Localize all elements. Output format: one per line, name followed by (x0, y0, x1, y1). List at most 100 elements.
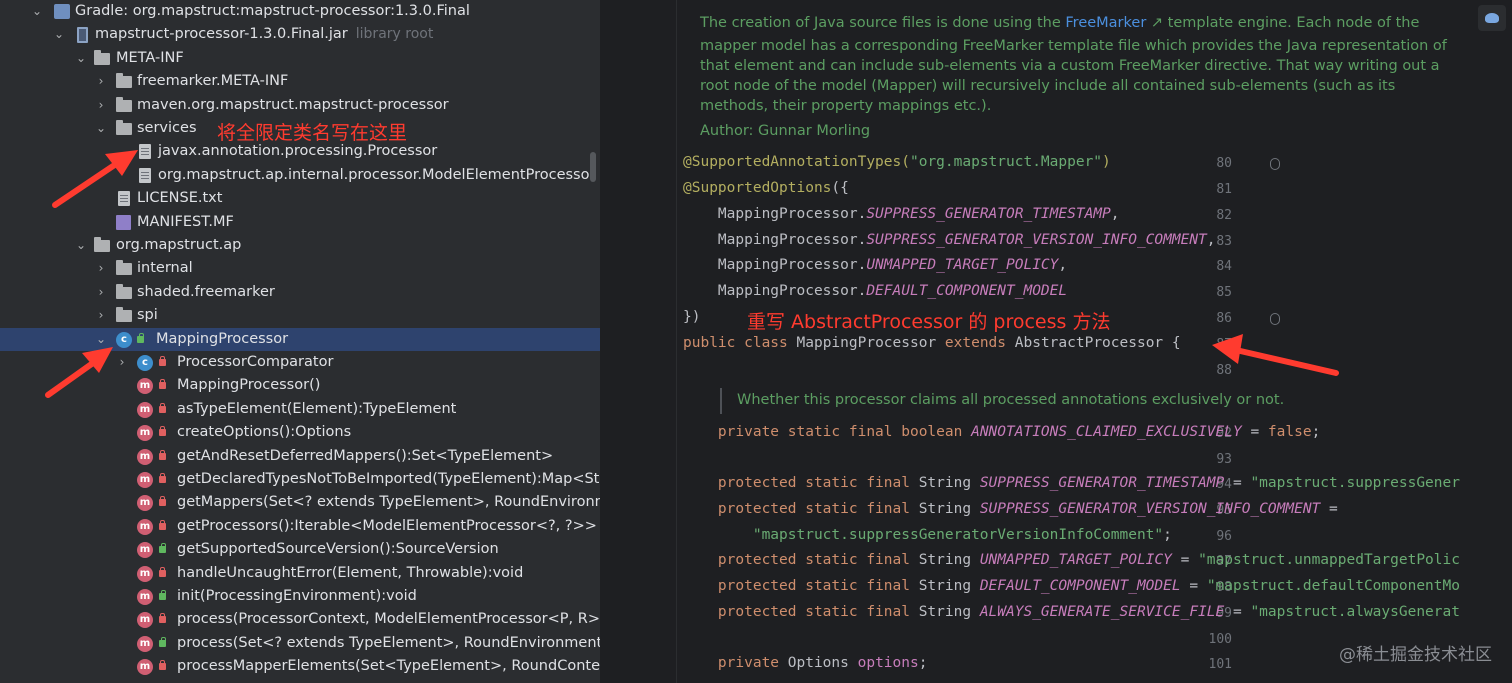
tree-item-org-mapstruct-ap[interactable]: ⌄ org.mapstruct.ap (0, 234, 600, 257)
tree-item-label: getDeclaredTypesNotToBeImported(TypeElem… (177, 471, 600, 487)
tree-item-label: MappingProcessor (156, 330, 289, 347)
chevron-down-icon[interactable]: ⌄ (74, 234, 88, 257)
method-icon: m (137, 495, 153, 512)
code-line: "mapstruct.suppressGeneratorVersionInfoC… (683, 527, 1172, 543)
tree-item-label: init(ProcessingEnvironment):void (177, 588, 417, 604)
folder-icon (116, 96, 132, 112)
library-root-hint: library root (355, 26, 434, 43)
code-line: protected static final String ALWAYS_GEN… (683, 604, 1460, 620)
method-icon: m (137, 659, 153, 676)
private-lock-icon (159, 356, 166, 366)
file-icon (139, 167, 151, 183)
chevron-down-icon[interactable]: ⌄ (94, 328, 108, 351)
chevron-right-icon[interactable]: › (94, 281, 108, 304)
reader-mode-icon[interactable] (1478, 5, 1506, 31)
tree-item-shaded-freemarker[interactable]: › shaded.freemarker (0, 281, 600, 304)
chevron-down-icon[interactable]: ⌄ (94, 117, 108, 140)
code-line: }) (683, 309, 701, 325)
tree-item-method[interactable]: m getProcessors():Iterable<ModelElementP… (0, 515, 600, 538)
chevron-down-icon[interactable]: ⌄ (30, 0, 44, 23)
code-line: protected static final String UNMAPPED_T… (683, 552, 1460, 568)
tree-item-method[interactable]: m createOptions():Options (0, 421, 600, 444)
tree-item-method[interactable]: m MappingProcessor() (0, 374, 600, 397)
tree-item-mapping-processor[interactable]: ⌄ c MappingProcessor (0, 327, 600, 351)
chevron-down-icon[interactable]: ⌄ (52, 23, 66, 46)
code-line: MappingProcessor.SUPPRESS_GENERATOR_TIME… (683, 206, 1120, 222)
chevron-right-icon[interactable]: › (115, 351, 129, 374)
tree-item-method[interactable]: m process(ProcessorContext, ModelElement… (0, 608, 600, 631)
folder-icon (116, 307, 132, 323)
code-line: private static final boolean ANNOTATIONS… (683, 424, 1321, 440)
tree-item-label: mapstruct-processor-1.3.0.Final.jar (95, 26, 348, 43)
file-icon (139, 144, 151, 160)
method-icon: m (137, 589, 153, 605)
private-lock-icon (159, 402, 166, 413)
chevron-down-icon[interactable]: ⌄ (74, 47, 88, 70)
tree-item-method[interactable]: m getMappers(Set<? extends TypeElement>,… (0, 491, 600, 514)
tree-item-internal[interactable]: › internal (0, 257, 600, 280)
code-line: protected static final String SUPPRESS_G… (683, 501, 1338, 517)
file-icon (118, 191, 130, 207)
method-icon: m (137, 565, 153, 582)
tree-item-gradle-library[interactable]: ⌄ Gradle: org.mapstruct:mapstruct-proces… (0, 0, 600, 23)
class-icon: c (137, 355, 153, 371)
javadoc-line: that element and can include sub-element… (700, 58, 1440, 74)
freemarker-link[interactable]: FreeMarker (1065, 15, 1146, 31)
private-lock-icon (159, 449, 166, 460)
tree-item-label: maven.org.mapstruct.mapstruct-processor (137, 96, 449, 113)
tree-scrollbar[interactable] (590, 152, 596, 182)
code-line: public class MappingProcessor extends Ab… (683, 335, 1181, 351)
tree-item-method[interactable]: m handleUncaughtError(Element, Throwable… (0, 562, 600, 585)
tree-item-label: getSupportedSourceVersion():SourceVersio… (177, 541, 499, 558)
javadoc-line: root node of the model (Mapper) will rec… (700, 78, 1396, 94)
tree-item-method[interactable]: m getDeclaredTypesNotToBeImported(TypeEl… (0, 468, 600, 491)
code-line: MappingProcessor.SUPPRESS_GENERATOR_VERS… (683, 232, 1216, 248)
private-lock-icon (159, 473, 166, 483)
chevron-right-icon[interactable]: › (94, 257, 108, 280)
services-annotation: 将全限定类名写在这里 (217, 122, 408, 144)
fold-marker-icon[interactable] (1270, 158, 1280, 170)
tree-item-processor-comparator[interactable]: › c ProcessorComparator (0, 351, 600, 374)
class-icon: c (116, 331, 132, 348)
tree-item-license[interactable]: LICENSE.txt (0, 187, 600, 210)
chevron-right-icon[interactable]: › (94, 94, 108, 117)
method-icon: m (137, 518, 153, 535)
tree-item-label: MappingProcessor() (177, 377, 321, 394)
chevron-right-icon[interactable]: › (94, 304, 108, 327)
code-line: MappingProcessor.UNMAPPED_TARGET_POLICY, (683, 257, 1068, 273)
tree-item-label: Gradle: org.mapstruct:mapstruct-processo… (75, 3, 470, 19)
private-lock-icon (159, 379, 166, 390)
tree-item-label: process(Set<? extends TypeElement>, Roun… (177, 634, 600, 651)
tree-item-label: processMapperElements(Set<TypeElement>, … (177, 658, 600, 675)
tree-item-freemarker-meta-inf[interactable]: › freemarker.META-INF (0, 70, 600, 93)
chevron-right-icon[interactable]: › (94, 70, 108, 93)
public-lock-icon (159, 636, 166, 647)
code-line: @SupportedAnnotationTypes("org.mapstruct… (683, 154, 1111, 170)
folder-icon (116, 260, 132, 276)
gradle-icon (54, 4, 70, 19)
line-number: 93 (1216, 452, 1232, 467)
tree-item-maven[interactable]: › maven.org.mapstruct.mapstruct-processo… (0, 94, 600, 117)
method-icon: m (137, 425, 153, 442)
tree-item-label: shaded.freemarker (137, 283, 275, 300)
tree-item-method[interactable]: m asTypeElement(Element):TypeElement (0, 398, 600, 421)
tree-item-method[interactable]: m getSupportedSourceVersion():SourceVers… (0, 538, 600, 561)
fold-marker-icon[interactable] (1270, 313, 1280, 325)
tree-item-label: spi (137, 307, 158, 324)
tree-item-method[interactable]: m processMapperElements(Set<TypeElement>… (0, 655, 600, 678)
tree-item-label: org.mapstruct.ap (116, 237, 242, 253)
tree-item-spi[interactable]: › spi (0, 304, 600, 327)
tree-item-manifest[interactable]: MANIFEST.MF (0, 211, 600, 234)
line-number: 100 (1208, 632, 1232, 647)
tree-item-method[interactable]: m init(ProcessingEnvironment):void (0, 585, 600, 608)
method-icon: m (137, 448, 153, 465)
tree-item-method[interactable]: m getAndResetDeferredMappers():Set<TypeE… (0, 445, 600, 468)
tree-item-method[interactable]: m process(Set<? extends TypeElement>, Ro… (0, 632, 600, 655)
private-lock-icon (159, 660, 166, 671)
tree-item-model-element-processor-file[interactable]: org.mapstruct.ap.internal.processor.Mode… (0, 164, 600, 187)
tree-item-meta-inf[interactable]: ⌄ META-INF (0, 47, 600, 70)
tree-item-label: services (137, 120, 197, 136)
code-editor[interactable]: The creation of Java source files is don… (600, 0, 1512, 683)
tree-item-jar[interactable]: ⌄ mapstruct-processor-1.3.0.Final.jar lib… (0, 23, 600, 46)
javadoc-bar (720, 388, 722, 414)
